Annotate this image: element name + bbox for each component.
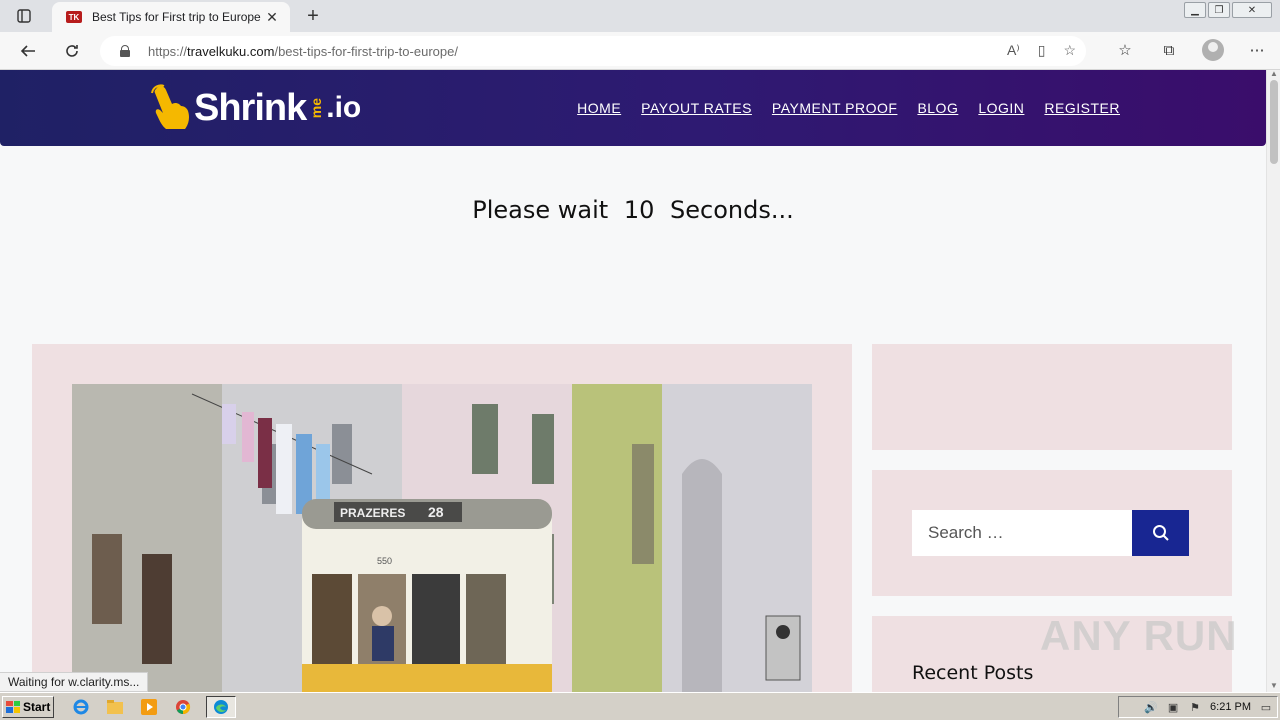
minimize-button[interactable]: ▁	[1184, 2, 1206, 18]
internet-explorer-icon[interactable]	[70, 696, 92, 718]
windows-flag-icon	[6, 700, 20, 713]
scroll-up-arrow-icon[interactable]: ▲	[1270, 70, 1278, 78]
site-logo[interactable]: Shrink me .io	[150, 80, 361, 136]
browser-right-tools: ☆ ⧉ ⋯	[1114, 39, 1268, 61]
nav-register[interactable]: REGISTER	[1044, 100, 1120, 116]
start-button[interactable]: Start	[2, 695, 54, 718]
nav-payout-rates[interactable]: PAYOUT RATES	[641, 100, 752, 116]
network-icon[interactable]: ▣	[1166, 700, 1180, 714]
window-controls: ▁ ❐ ✕	[1184, 2, 1272, 18]
collections-icon[interactable]: ⧉	[1158, 39, 1180, 61]
anyrun-watermark: ANY RUN	[1040, 612, 1238, 659]
action-center-flag-icon[interactable]: ⚑	[1188, 700, 1202, 714]
countdown-message: Please wait 10 Seconds...	[0, 196, 1266, 224]
restore-button[interactable]: ❐	[1208, 2, 1230, 18]
favorites-icon[interactable]: ☆	[1114, 39, 1136, 61]
lock-icon[interactable]	[120, 45, 130, 57]
page-scrollbar[interactable]: ▲ ▼	[1266, 70, 1280, 692]
nav-blog[interactable]: BLOG	[917, 100, 958, 116]
search-button[interactable]	[1132, 510, 1189, 556]
search-icon	[1152, 525, 1169, 541]
nav-login[interactable]: LOGIN	[978, 100, 1024, 116]
wait-suffix: Seconds...	[670, 196, 794, 224]
scroll-down-arrow-icon[interactable]: ▼	[1270, 682, 1278, 690]
profile-avatar[interactable]	[1202, 39, 1224, 61]
nav-payment-proof[interactable]: PAYMENT PROOF	[772, 100, 898, 116]
hero-image: PRAZERES 28 550	[72, 384, 812, 692]
immersive-reader-icon[interactable]: ▯	[1038, 42, 1046, 59]
window-close-button[interactable]: ✕	[1232, 2, 1272, 18]
recent-posts-title: Recent Posts	[912, 662, 1034, 684]
refresh-icon[interactable]	[60, 39, 84, 63]
article-card: PRAZERES 28 550	[32, 344, 852, 692]
wait-seconds: 10	[623, 196, 655, 224]
tab-actions-button[interactable]	[10, 6, 38, 26]
site-header: Shrink me .io HOME PAYOUT RATES PAYMENT …	[0, 70, 1266, 146]
logo-io-text: .io	[326, 91, 362, 124]
back-arrow-icon[interactable]	[16, 39, 40, 63]
tab-actions-icon	[17, 9, 31, 23]
volume-icon[interactable]: 🔊	[1144, 700, 1158, 714]
tab-title: Best Tips for First trip to Europe	[92, 10, 261, 24]
media-player-icon[interactable]	[138, 696, 160, 718]
edge-icon[interactable]	[206, 695, 236, 718]
tab-close-icon[interactable]: ✕	[264, 9, 280, 25]
add-favorite-icon[interactable]: ☆	[1063, 42, 1076, 59]
browser-status-text: Waiting for w.clarity.ms...	[0, 672, 149, 692]
address-bar-icons: A⁾ ▯ ☆	[1007, 42, 1076, 59]
active-tab[interactable]: TK Best Tips for First trip to Europe ✕	[52, 2, 290, 32]
url-text: https://travelkuku.com/best-tips-for-fir…	[148, 43, 458, 59]
browser-toolbar: https://travelkuku.com/best-tips-for-fir…	[0, 32, 1280, 70]
clock[interactable]: 6:21 PM	[1210, 701, 1251, 713]
tram-fleet-number: 550	[377, 556, 392, 566]
site-favicon-icon: TK	[66, 11, 82, 23]
logo-shrink-text: Shrink	[194, 86, 307, 129]
address-bar[interactable]: https://travelkuku.com/best-tips-for-fir…	[100, 36, 1086, 66]
more-menu-icon[interactable]: ⋯	[1246, 39, 1268, 61]
search-input[interactable]	[912, 510, 1132, 556]
lisbon-tram-photo: PRAZERES 28 550	[72, 384, 812, 692]
new-tab-button[interactable]: +	[302, 5, 324, 27]
start-label: Start	[23, 699, 51, 714]
chrome-icon[interactable]	[172, 696, 194, 718]
wait-prefix: Please wait	[472, 196, 609, 224]
hand-pointer-icon	[151, 84, 189, 129]
nav-home[interactable]: HOME	[577, 100, 621, 116]
system-tray: 🔊 ▣ ⚑ 6:21 PM ▭	[1118, 696, 1278, 718]
sidebar-widget-empty	[872, 344, 1232, 450]
tram-route-number: 28	[428, 504, 444, 520]
read-aloud-icon[interactable]: A⁾	[1007, 42, 1020, 59]
logo-me-text: me	[308, 97, 325, 119]
tram-destination-sign: PRAZERES	[340, 506, 405, 520]
show-desktop-icon[interactable]: ▭	[1259, 700, 1273, 714]
windows-taskbar: Start 🔊 ▣ ⚑ 6:21 PM ▭	[0, 692, 1280, 720]
main-navigation: HOME PAYOUT RATES PAYMENT PROOF BLOG LOG…	[577, 100, 1120, 116]
browser-tab-strip: TK Best Tips for First trip to Europe ✕ …	[0, 0, 1280, 32]
sidebar-search-widget	[872, 470, 1232, 596]
page-viewport: Shrink me .io HOME PAYOUT RATES PAYMENT …	[0, 70, 1266, 692]
quick-launch	[70, 695, 236, 718]
file-explorer-icon[interactable]	[104, 696, 126, 718]
scroll-thumb[interactable]	[1270, 80, 1278, 164]
